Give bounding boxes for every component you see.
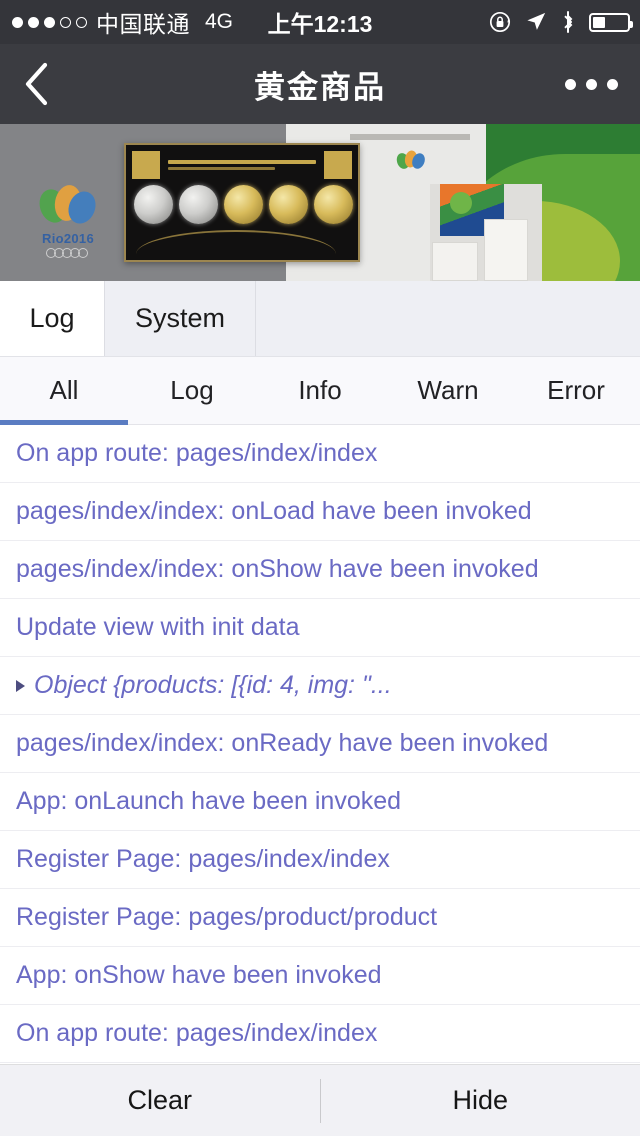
banner-coin-display-box <box>124 143 360 262</box>
page-title: 黄金商品 <box>254 69 386 105</box>
filter-tab-all[interactable]: All <box>0 357 128 425</box>
more-dot-icon <box>607 78 618 90</box>
battery-icon <box>589 12 633 32</box>
back-button[interactable] <box>0 44 74 124</box>
log-row[interactable]: On app route: pages/index/index <box>0 425 640 483</box>
log-row-text: App: onLaunch have been invoked <box>16 787 402 815</box>
status-bar-right <box>488 10 640 34</box>
log-row-text: pages/index/index: onShow have been invo… <box>16 555 539 583</box>
coin-icon <box>134 185 173 224</box>
filter-tab-all-label: All <box>49 375 79 405</box>
log-row-text: On app route: pages/index/index <box>16 1019 378 1047</box>
tab-system[interactable]: System <box>105 281 256 356</box>
log-row-text: Register Page: pages/index/index <box>16 845 390 873</box>
filter-tab-warn-label: Warn <box>417 375 479 405</box>
network-type-label: 4G <box>205 10 234 33</box>
filter-tab-error-label: Error <box>547 375 605 405</box>
rotation-lock-icon <box>488 10 512 34</box>
app-root: 中国联通 4G 上午12:13 黄金商品 Rio2016 Log System … <box>0 0 640 1136</box>
banner-box-emblem <box>324 151 352 179</box>
filter-tab-error[interactable]: Error <box>512 357 640 424</box>
rio-wordmark: Rio2016 <box>42 230 94 246</box>
signal-dot-filled <box>12 16 23 28</box>
filter-tab-log[interactable]: Log <box>128 357 256 424</box>
log-row-text: Update view with init data <box>16 613 300 641</box>
console-main-tabs: Log System <box>0 281 640 357</box>
log-row-text: Object {products: [{id: 4, img: "... <box>34 671 392 699</box>
banner-coin-row <box>134 185 353 224</box>
status-bar-left: 中国联通 4G <box>0 5 233 39</box>
filter-tab-info[interactable]: Info <box>256 357 384 424</box>
nav-bar: 黄金商品 <box>0 44 640 124</box>
log-row[interactable]: On app route: pages/index/index <box>0 1005 640 1063</box>
hide-button[interactable]: Hide <box>321 1065 640 1136</box>
clear-button[interactable]: Clear <box>0 1065 320 1136</box>
expand-triangle-icon[interactable] <box>16 679 25 692</box>
console-filter-tabs: All Log Info Warn Error <box>0 357 640 425</box>
status-bar: 中国联通 4G 上午12:13 <box>0 0 640 44</box>
clear-button-label: Clear <box>127 1085 193 1115</box>
rio-emblem-icon <box>35 182 101 229</box>
coin-icon <box>314 185 353 224</box>
log-row[interactable]: App: onShow have been invoked <box>0 947 640 1005</box>
filter-tab-log-label: Log <box>170 375 214 405</box>
more-dot-icon <box>565 78 576 90</box>
olympic-rings-icon <box>45 247 88 258</box>
more-dot-icon <box>586 78 597 90</box>
log-row[interactable]: pages/index/index: onShow have been invo… <box>0 541 640 599</box>
signal-strength-dots <box>12 16 87 28</box>
log-row[interactable]: pages/index/index: onLoad have been invo… <box>0 483 640 541</box>
banner-certificate-card <box>432 242 478 281</box>
chevron-left-icon <box>25 62 48 106</box>
location-arrow-icon <box>525 11 547 33</box>
coin-icon <box>224 185 263 224</box>
log-row-text: On app route: pages/index/index <box>16 439 378 467</box>
log-row-text: Register Page: pages/product/product <box>16 903 438 931</box>
banner-box-emblem <box>132 151 160 179</box>
tab-system-label: System <box>134 303 226 333</box>
banner-box-header <box>132 151 352 179</box>
console-log-list[interactable]: On app route: pages/index/index pages/ind… <box>0 425 640 1064</box>
log-row[interactable]: Register Page: pages/product/product <box>0 889 640 947</box>
log-row[interactable]: Update view with init data <box>0 599 640 657</box>
banner-small-rio-logo <box>396 148 426 182</box>
tabs-filler <box>256 281 640 356</box>
tab-log-label: Log <box>29 303 75 333</box>
filter-tab-info-label: Info <box>298 375 342 405</box>
log-row[interactable]: Register Page: pages/index/index <box>0 831 640 889</box>
log-row[interactable]: App: onLaunch have been invoked <box>0 773 640 831</box>
signal-dot-filled <box>28 16 39 28</box>
banner-decorative-swirl <box>136 230 336 254</box>
banner-text-block <box>350 134 470 140</box>
log-row-text: pages/index/index: onLoad have been invo… <box>16 497 532 525</box>
signal-dot-filled <box>44 16 55 28</box>
console-footer: Clear Hide <box>0 1064 640 1136</box>
product-banner-image[interactable]: Rio2016 <box>0 124 640 281</box>
coin-icon <box>269 185 308 224</box>
more-options-button[interactable] <box>565 78 618 90</box>
coin-icon <box>179 185 218 224</box>
log-row-text: pages/index/index: onReady have been inv… <box>16 729 549 757</box>
debug-console-panel: Log System All Log Info Warn Error On ap… <box>0 281 640 1136</box>
signal-dot-empty <box>76 16 87 28</box>
log-row[interactable]: pages/index/index: onReady have been inv… <box>0 715 640 773</box>
banner-certificate-card <box>484 219 528 281</box>
bluetooth-icon <box>560 10 576 34</box>
log-row-text: App: onShow have been invoked <box>16 961 382 989</box>
signal-dot-empty <box>60 16 71 28</box>
hide-button-label: Hide <box>452 1085 509 1115</box>
carrier-label: 中国联通 <box>96 11 190 37</box>
banner-box-title-lines <box>164 151 320 179</box>
rio2016-logo: Rio2016 <box>18 179 118 263</box>
tab-log[interactable]: Log <box>0 281 105 356</box>
log-row-object[interactable]: Object {products: [{id: 4, img: "... <box>0 657 640 715</box>
filter-tab-warn[interactable]: Warn <box>384 357 512 424</box>
